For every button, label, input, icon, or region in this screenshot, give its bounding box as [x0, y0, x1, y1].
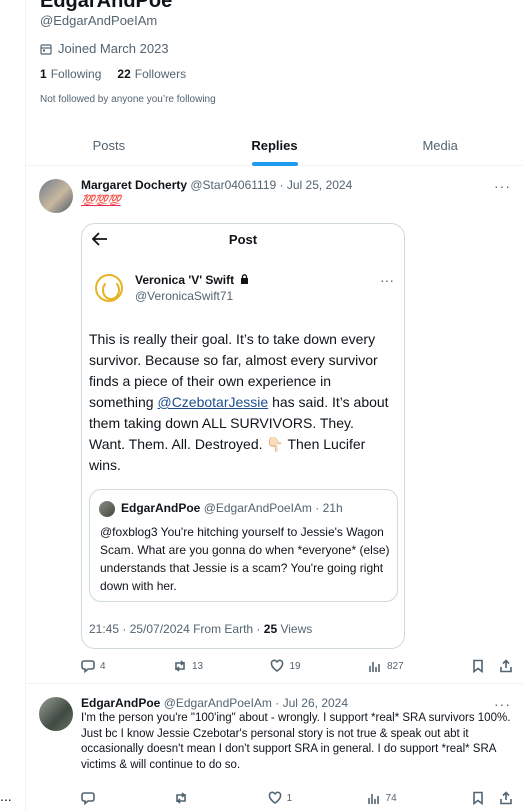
embedded-post-title: Post — [228, 232, 258, 247]
like-count: 19 — [289, 660, 301, 672]
embedded-author-name[interactable]: Veronica 'V' Swift — [135, 273, 249, 287]
like-count: 1 — [286, 792, 293, 804]
tweet-actions: 4 13 19 827 — [81, 659, 513, 673]
reply-button[interactable] — [81, 791, 100, 805]
tweet-text: 💯💯💯 — [81, 195, 121, 207]
views-count: 827 — [386, 660, 404, 672]
more-options-icon[interactable]: ··· — [380, 272, 394, 288]
views-button[interactable]: 827 — [368, 659, 404, 673]
quoted-author-name: EdgarAndPoe — [121, 501, 201, 515]
lock-icon — [241, 274, 249, 284]
embedded-timestamp: 21:45 · 25/07/2024 From Earth · — [89, 622, 264, 636]
author-handle[interactable]: @EdgarAndPoeIAm — [164, 696, 272, 710]
following-count: 1 — [40, 67, 47, 81]
tweet[interactable]: Margaret Docherty @Star04061119 · Jul 25… — [26, 167, 523, 684]
separator-dot: · — [279, 178, 284, 192]
reply-count: 4 — [100, 660, 106, 672]
embedded-author-handle[interactable]: @VeronicaSwift71 — [135, 289, 233, 303]
avatar[interactable] — [39, 697, 73, 731]
avatar[interactable] — [39, 179, 73, 213]
tweet-text: I'm the person you're "100'ing" about - … — [81, 712, 511, 771]
repost-icon — [176, 792, 187, 804]
embedded-post-meta: 21:45 · 25/07/2024 From Earth · 25 Views — [89, 622, 312, 636]
repost-button[interactable]: 13 — [173, 659, 203, 673]
embedded-post-text: This is really their goal. It’s to take … — [89, 329, 389, 476]
separator-dot: · — [275, 696, 280, 710]
more-options-icon[interactable]: ··· — [494, 178, 511, 194]
heart-icon — [268, 791, 281, 804]
tab-posts[interactable]: Posts — [26, 128, 192, 165]
like-button[interactable]: 1 — [268, 791, 293, 805]
more-menu-icon[interactable]: ... — [0, 788, 12, 804]
views-label: Views — [277, 622, 313, 636]
profile-handle: @EdgarAndPoeIAm — [40, 13, 158, 28]
repost-count: 13 — [191, 660, 204, 672]
repost-icon — [175, 660, 185, 672]
joined-label: Joined March 2023 — [58, 41, 169, 56]
embedded-author-label: Veronica 'V' Swift — [135, 273, 235, 287]
profile-tabs: Posts Replies Media — [26, 128, 523, 166]
views-icon — [369, 662, 380, 672]
reply-icon — [81, 660, 95, 673]
quoted-text: @foxblog3 You're hitching yourself to Je… — [100, 525, 390, 593]
tweet-end-actions — [471, 659, 513, 673]
mention-link[interactable]: @CzebotarJessie — [157, 394, 268, 410]
author-name[interactable]: EdgarAndPoe — [81, 696, 160, 710]
tweet-date[interactable]: Jul 26, 2024 — [283, 696, 348, 710]
reply-button[interactable]: 4 — [81, 659, 106, 673]
following-label: Following — [50, 67, 102, 81]
avatar[interactable] — [99, 501, 115, 517]
bookmark-icon — [473, 791, 483, 805]
author-name[interactable]: Margaret Docherty — [81, 178, 187, 192]
views-icon — [367, 794, 379, 804]
tweet-date[interactable]: Jul 25, 2024 — [287, 178, 352, 192]
follow-stats: 1 Following 22 Followers — [40, 67, 186, 81]
tweet-actions: 1 74 — [81, 791, 513, 805]
more-options-icon[interactable]: ··· — [494, 696, 511, 712]
tweet-header: Margaret Docherty @Star04061119 · Jul 25… — [81, 178, 352, 192]
like-button[interactable]: 19 — [270, 659, 301, 673]
avatar[interactable] — [95, 274, 123, 302]
tab-replies[interactable]: Replies — [192, 128, 358, 166]
followers-label: Followers — [134, 67, 187, 81]
share-button[interactable] — [499, 659, 513, 673]
profile-display-name: EdgarAndPoe — [40, 0, 173, 12]
bookmark-button[interactable] — [471, 791, 485, 805]
tab-media[interactable]: Media — [357, 128, 523, 165]
tweet[interactable]: EdgarAndPoe @EdgarAndPoeIAm · Jul 26, 20… — [26, 685, 523, 811]
reply-icon — [81, 792, 95, 805]
followers-link[interactable]: 22 Followers — [117, 67, 186, 81]
quoted-age: · 21h — [315, 501, 343, 515]
quoted-header: EdgarAndPoe @EdgarAndPoeIAm · 21h — [121, 501, 343, 515]
views-button[interactable]: 74 — [367, 791, 397, 805]
tweet-end-actions — [471, 791, 513, 805]
share-icon — [500, 659, 512, 673]
author-handle[interactable]: @Star04061119 — [190, 178, 276, 192]
views-count: 25 — [263, 622, 278, 636]
share-icon — [500, 791, 512, 805]
views-count: 74 — [385, 792, 397, 804]
quoted-post[interactable]: EdgarAndPoe @EdgarAndPoeIAm · 21h @foxbl… — [89, 489, 398, 602]
calendar-icon — [40, 43, 52, 55]
not-followed-notice: Not followed by anyone you’re following — [40, 94, 216, 105]
bookmark-button[interactable] — [471, 659, 485, 673]
quoted-author-handle: @EdgarAndPoeIAm — [203, 501, 312, 515]
repost-button[interactable] — [174, 791, 193, 805]
tweet-header: EdgarAndPoe @EdgarAndPoeIAm · Jul 26, 20… — [81, 696, 348, 710]
following-link[interactable]: 1 Following — [40, 67, 101, 81]
bookmark-icon — [473, 659, 483, 673]
embedded-post-card[interactable]: Post Veronica 'V' Swift @VeronicaSwift71… — [81, 223, 405, 649]
heart-icon — [271, 659, 284, 672]
followers-count: 22 — [117, 67, 131, 81]
profile-column: EdgarAndPoe @EdgarAndPoeIAm Joined March… — [26, 0, 523, 811]
share-button[interactable] — [499, 791, 513, 805]
joined-date: Joined March 2023 — [40, 41, 169, 56]
